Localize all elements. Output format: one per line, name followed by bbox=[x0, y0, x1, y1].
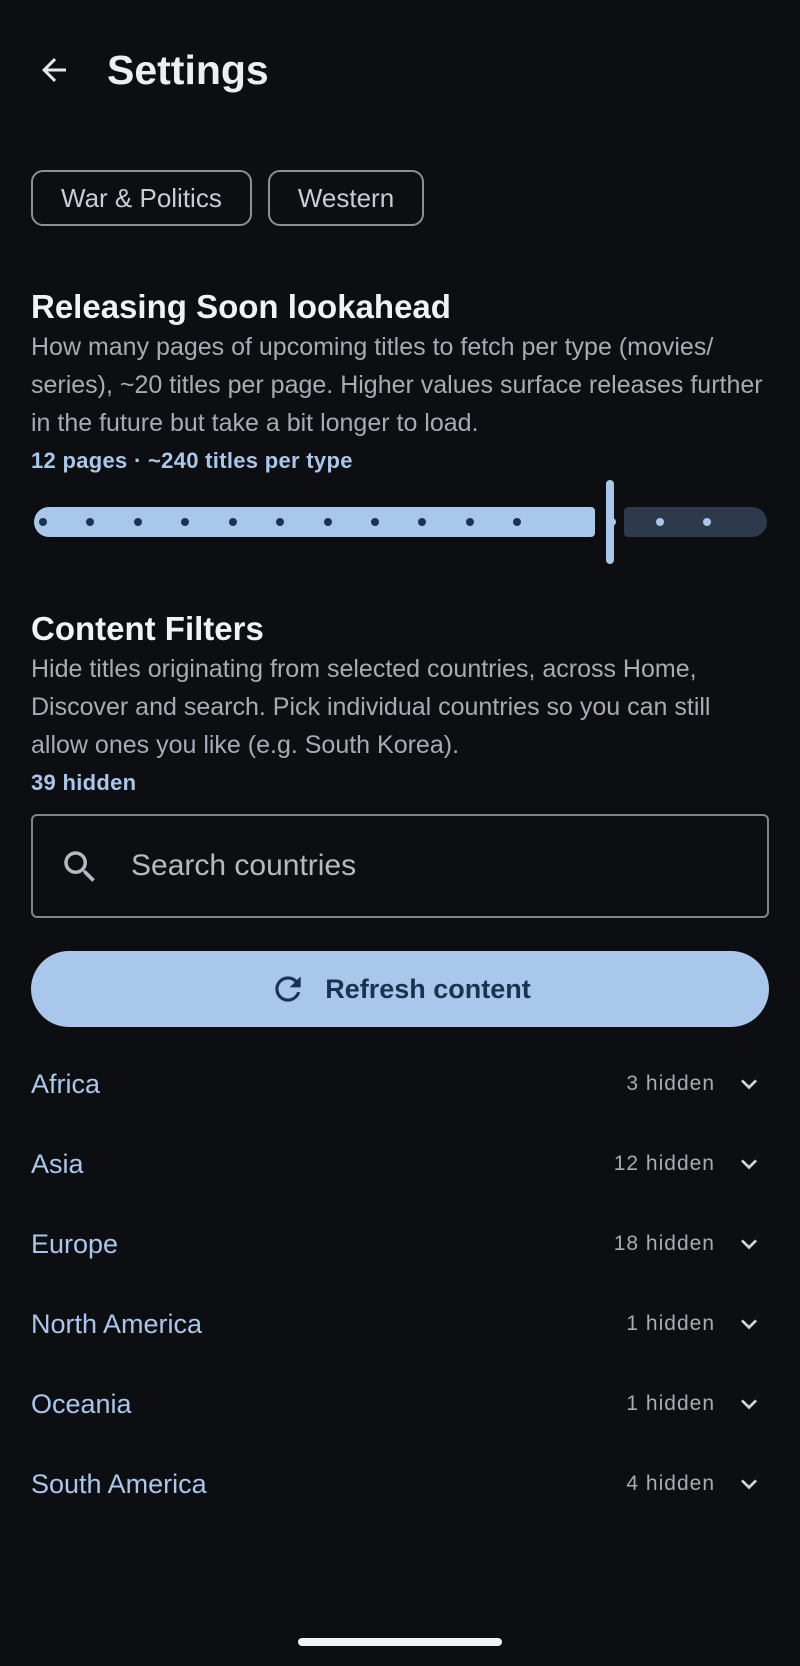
chevron-down-icon[interactable] bbox=[729, 1224, 769, 1264]
genre-chip-war-politics[interactable]: War & Politics bbox=[31, 170, 252, 226]
slider-tick bbox=[655, 518, 664, 526]
slider-tick bbox=[228, 518, 237, 526]
slider-tick bbox=[608, 518, 617, 526]
slider-tick bbox=[371, 518, 379, 526]
region-name: Asia bbox=[31, 1148, 84, 1179]
slider-tick bbox=[133, 518, 142, 526]
region-row-south-america[interactable]: South America 4 hidden bbox=[31, 1444, 769, 1524]
region-row-africa[interactable]: Africa 3 hidden bbox=[31, 1044, 769, 1124]
region-hidden-count: 1 hidden bbox=[626, 1312, 715, 1335]
releasing-soon-summary: 12 pages · ~240 titles per type bbox=[31, 448, 353, 473]
region-hidden-count: 4 hidden bbox=[626, 1472, 715, 1495]
releasing-soon-description: How many pages of upcoming titles to fet… bbox=[31, 333, 763, 437]
region-name: North America bbox=[31, 1308, 203, 1339]
chevron-down-icon[interactable] bbox=[729, 1464, 769, 1504]
region-list: Africa 3 hidden Asia 12 hidden Europe 18… bbox=[31, 1044, 769, 1524]
refresh-content-button[interactable]: Refresh content bbox=[31, 951, 769, 1027]
content-filters-hidden-summary: 39 hidden bbox=[31, 770, 137, 795]
search-countries-field[interactable]: Search countries bbox=[31, 814, 769, 918]
refresh-content-label: Refresh content bbox=[325, 973, 531, 1004]
top-app-bar: Settings bbox=[0, 0, 800, 140]
back-button[interactable] bbox=[26, 42, 82, 98]
chevron-down-icon[interactable] bbox=[729, 1304, 769, 1344]
region-hidden-count: 1 hidden bbox=[626, 1392, 715, 1415]
search-input[interactable]: Search countries bbox=[131, 816, 356, 916]
region-name: Oceania bbox=[31, 1388, 132, 1419]
region-name: Europe bbox=[31, 1228, 119, 1259]
region-row-oceania[interactable]: Oceania 1 hidden bbox=[31, 1364, 769, 1444]
genre-chip-western[interactable]: Western bbox=[267, 170, 425, 226]
refresh-icon bbox=[275, 976, 301, 1002]
genre-chip-row: War & Politics Western bbox=[31, 170, 425, 226]
home-indicator[interactable] bbox=[298, 1638, 502, 1646]
region-row-asia[interactable]: Asia 12 hidden bbox=[31, 1124, 769, 1204]
arrow-left-icon bbox=[42, 58, 66, 82]
search-icon bbox=[64, 851, 95, 882]
region-hidden-count: 18 hidden bbox=[613, 1232, 715, 1255]
region-row-north-america[interactable]: North America 1 hidden bbox=[31, 1284, 769, 1364]
slider-tick bbox=[465, 518, 474, 526]
chevron-down-icon[interactable] bbox=[729, 1144, 769, 1184]
page-title: Settings bbox=[107, 47, 269, 93]
region-hidden-count: 12 hidden bbox=[613, 1152, 715, 1175]
slider-tick bbox=[703, 518, 711, 526]
region-hidden-count: 3 hidden bbox=[626, 1072, 715, 1095]
content-filters-title: Content Filters bbox=[31, 610, 264, 647]
releasing-soon-title: Releasing Soon lookahead bbox=[31, 288, 451, 325]
slider-inactive-track bbox=[624, 507, 767, 537]
chevron-down-icon[interactable] bbox=[729, 1064, 769, 1104]
region-row-europe[interactable]: Europe 18 hidden bbox=[31, 1204, 769, 1284]
slider-tick bbox=[323, 518, 332, 526]
lookahead-slider[interactable] bbox=[31, 478, 769, 566]
slider-active-track bbox=[34, 507, 595, 537]
content-filters-description: Hide titles originating from selected co… bbox=[31, 655, 711, 759]
slider-tick bbox=[39, 518, 47, 526]
chevron-down-icon[interactable] bbox=[729, 1384, 769, 1424]
region-name: South America bbox=[31, 1468, 207, 1499]
region-name: Africa bbox=[31, 1068, 101, 1099]
